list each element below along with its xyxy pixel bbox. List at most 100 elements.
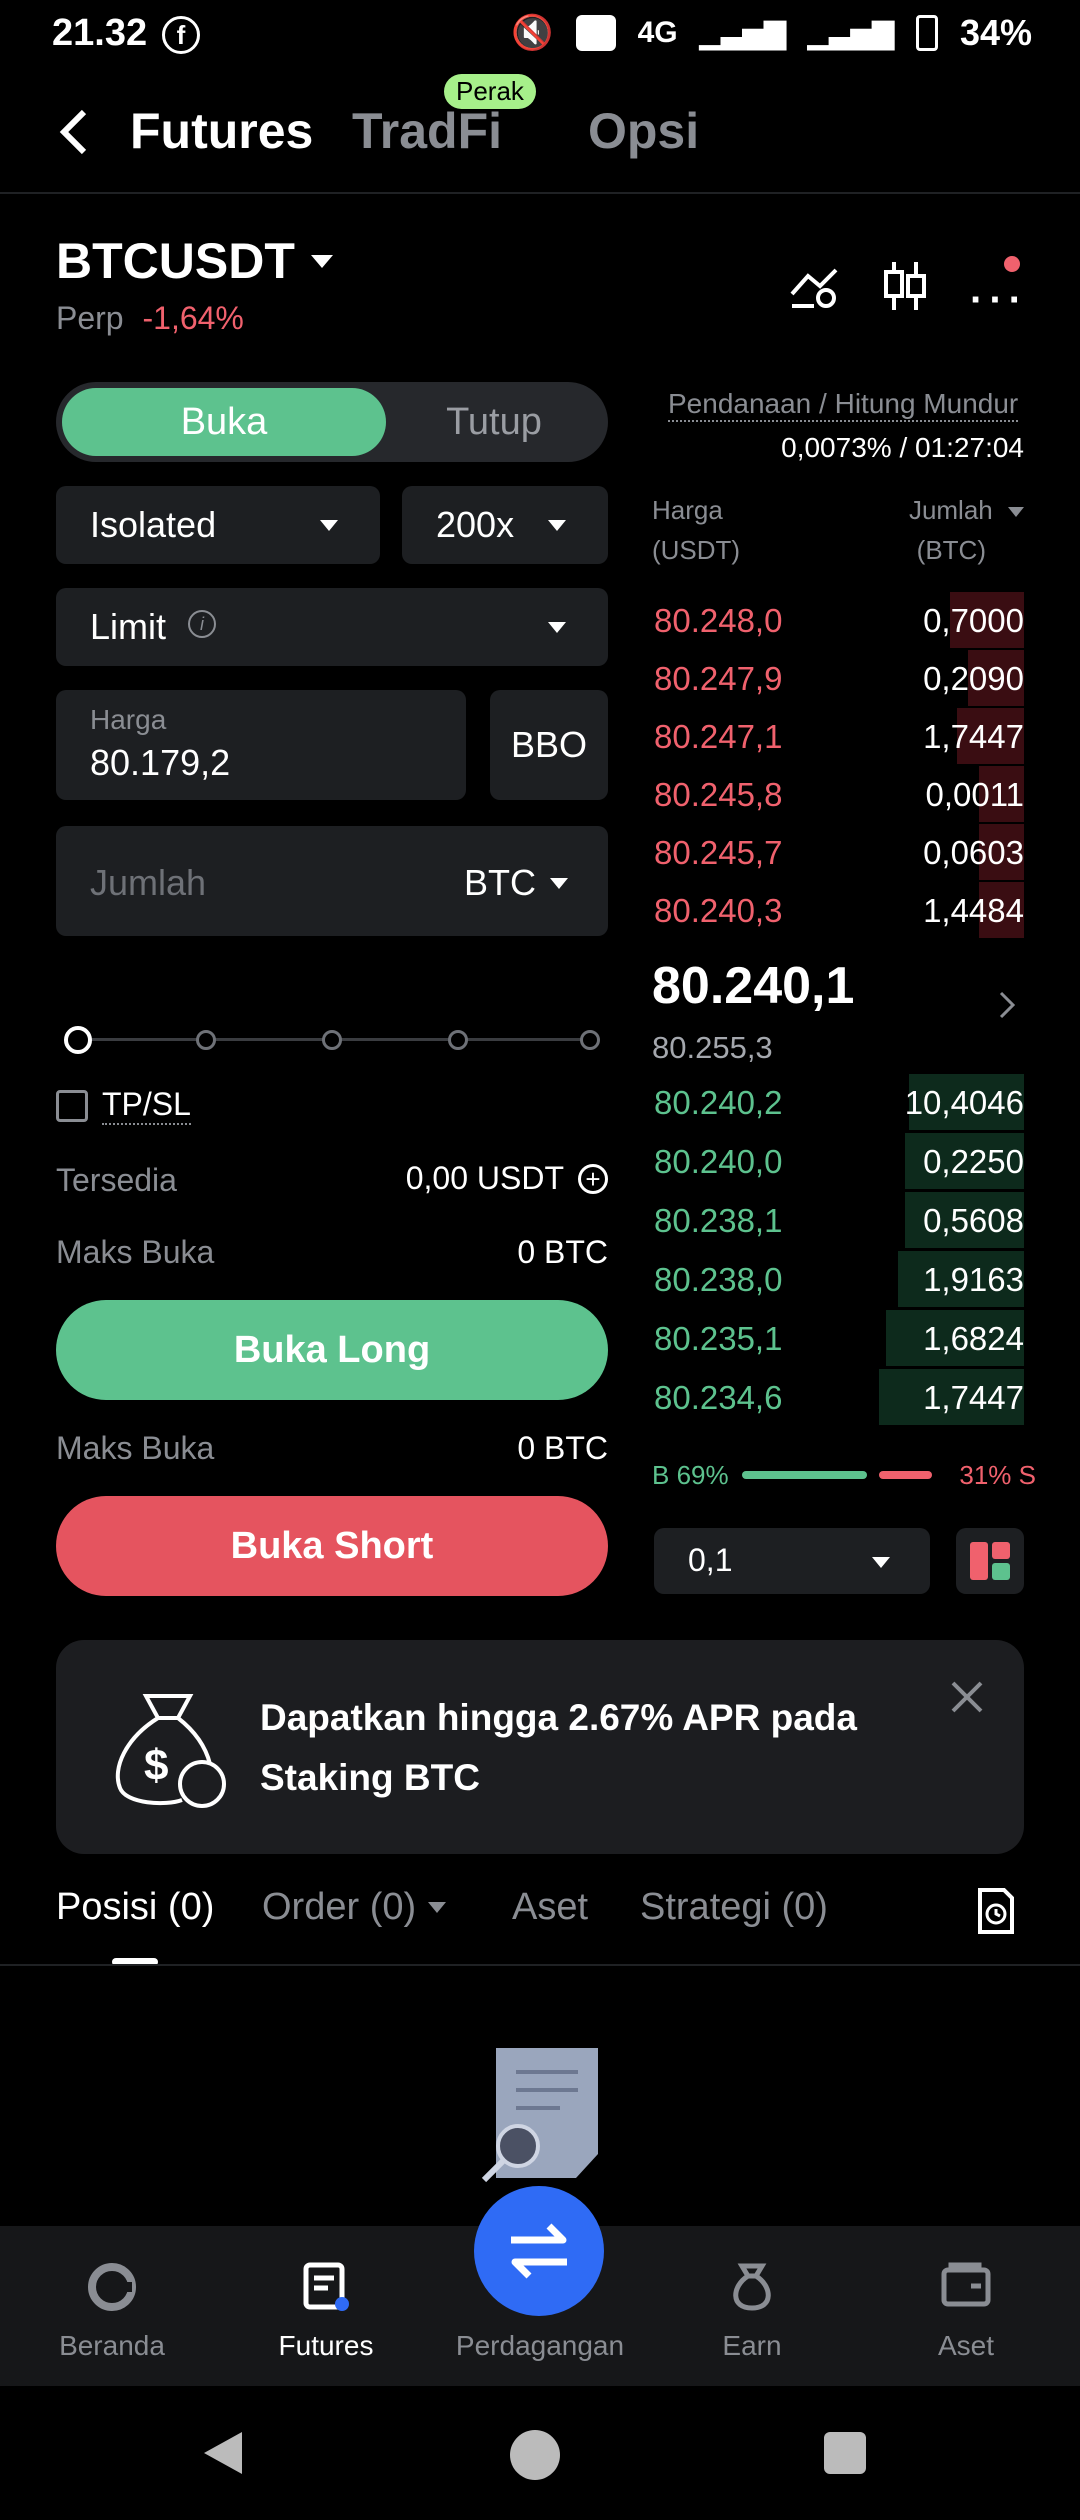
close-tab[interactable]: Tutup xyxy=(386,388,602,456)
signal-icon: ▁▃▅▇ xyxy=(699,17,786,49)
nav-home[interactable]: Beranda xyxy=(4,2226,220,2386)
open-short-button[interactable]: Buka Short xyxy=(56,1496,608,1596)
battery-icon xyxy=(915,15,938,51)
bid-row[interactable]: 80.238,1 0,5608 xyxy=(652,1192,1024,1248)
bid-row[interactable]: 80.240,0 0,2250 xyxy=(652,1133,1024,1189)
tab-tradfi[interactable]: TradFi xyxy=(352,102,502,160)
tradfi-badge: Perak xyxy=(444,74,536,109)
tab-orders-label: Order (0) xyxy=(262,1886,417,1928)
slider-step[interactable] xyxy=(580,1030,600,1050)
buy-ratio-label: B 69% xyxy=(652,1460,729,1490)
bid-row[interactable]: 80.238,0 1,9163 xyxy=(652,1251,1024,1307)
ask-row[interactable]: 80.245,8 0,0011 xyxy=(652,766,1024,822)
nav-assets[interactable]: Aset xyxy=(858,2226,1074,2386)
chevron-down-icon xyxy=(548,622,566,633)
staking-banner[interactable]: $ Dapatkan hingga 2.67% APR pada Staking… xyxy=(56,1640,1024,1854)
wifi-icon xyxy=(575,15,616,51)
symbol-selector[interactable]: BTCUSDT xyxy=(56,232,333,290)
layout-icon xyxy=(970,1542,1010,1580)
chevron-down-icon xyxy=(1008,507,1024,518)
nav-assets-label: Aset xyxy=(937,2330,995,2361)
slider-step[interactable] xyxy=(196,1030,216,1050)
system-home-icon[interactable] xyxy=(510,2430,560,2480)
network-label: 4G xyxy=(637,16,678,49)
amount-unit[interactable]: BTC xyxy=(464,862,536,904)
open-close-toggle: Buka Tutup xyxy=(56,382,608,462)
tabs-divider xyxy=(0,1964,1080,1966)
candlestick-icon[interactable] xyxy=(882,258,928,319)
chevron-down-icon xyxy=(310,254,333,268)
bbo-button[interactable]: BBO xyxy=(490,690,608,800)
bid-row[interactable]: 80.234,6 1,7447 xyxy=(652,1369,1024,1425)
ask-row[interactable]: 80.247,9 0,2090 xyxy=(652,650,1024,706)
buy-ratio-fill xyxy=(742,1471,867,1479)
home-icon xyxy=(87,2262,137,2317)
tab-opsi[interactable]: Opsi xyxy=(588,102,699,160)
order-type-label: Limit xyxy=(90,606,167,647)
close-icon[interactable] xyxy=(950,1680,984,1719)
margin-mode-select[interactable]: Isolated xyxy=(56,486,380,564)
back-arrow-icon[interactable] xyxy=(56,108,90,161)
system-recents-icon[interactable] xyxy=(824,2432,866,2474)
system-back-icon[interactable] xyxy=(200,2430,246,2481)
nav-futures[interactable]: Futures xyxy=(218,2226,434,2386)
slider-step[interactable] xyxy=(448,1030,468,1050)
tab-assets[interactable]: Aset xyxy=(512,1886,588,1929)
bid-row[interactable]: 80.235,1 1,6824 xyxy=(652,1310,1024,1366)
nav-trade[interactable]: Perdagangan xyxy=(432,2226,648,2386)
ask-price: 80.245,7 xyxy=(654,834,783,871)
ask-price: 80.247,1 xyxy=(654,718,783,755)
price-col-unit: (USDT) xyxy=(652,535,741,565)
bid-qty: 1,9163 xyxy=(923,1261,1024,1298)
tab-orders[interactable]: Order (0) xyxy=(262,1886,447,1929)
ask-qty: 0,0011 xyxy=(925,776,1024,813)
ask-row[interactable]: 80.240,3 1,4484 xyxy=(652,882,1024,938)
more-icon[interactable]: ··· xyxy=(970,278,1028,323)
sell-ratio-fill xyxy=(879,1471,932,1479)
open-tab[interactable]: Buka xyxy=(62,388,386,456)
price-col-label: Harga xyxy=(652,495,723,525)
status-bar: 21.32 f 🔇 4G ▁▃▅▇ ▁▃▅▇ 34% xyxy=(0,0,1080,70)
ask-row[interactable]: 80.245,7 0,0603 xyxy=(652,824,1024,880)
chevron-down-icon xyxy=(872,1557,890,1568)
ask-qty: 1,4484 xyxy=(923,892,1024,929)
max-open-long-label: Maks Buka xyxy=(56,1234,215,1270)
info-icon[interactable]: i xyxy=(188,610,216,638)
mark-price: 80.255,3 xyxy=(652,1030,773,1065)
chevron-right-icon[interactable] xyxy=(998,990,1016,1025)
orderbook-layout-button[interactable] xyxy=(956,1528,1024,1594)
slider-step[interactable] xyxy=(322,1030,342,1050)
sell-ratio-label: 31% S xyxy=(959,1460,1036,1490)
symbol-type: Perp xyxy=(56,300,124,336)
notification-dot xyxy=(1004,256,1020,272)
precision-select[interactable]: 0,1 xyxy=(654,1528,930,1594)
ask-qty: 1,7447 xyxy=(923,718,1024,755)
tab-positions[interactable]: Posisi (0) xyxy=(56,1886,214,1929)
nav-home-label: Beranda xyxy=(59,2330,165,2361)
order-type-select[interactable]: Limit i xyxy=(56,588,608,666)
slider-handle[interactable] xyxy=(64,1026,92,1054)
ask-row[interactable]: 80.248,0 0,7000 xyxy=(652,592,1024,648)
ask-row[interactable]: 80.247,1 1,7447 xyxy=(652,708,1024,764)
price-change: -1,64% xyxy=(142,300,244,336)
system-nav-bar xyxy=(0,2386,1080,2520)
battery-level: 34% xyxy=(959,12,1032,53)
funding-label[interactable]: Pendanaan / Hitung Mundur xyxy=(668,388,1019,422)
bid-row[interactable]: 80.240,2 10,4046 xyxy=(652,1074,1024,1130)
add-circle-icon[interactable]: + xyxy=(578,1163,608,1194)
history-document-icon[interactable] xyxy=(976,1888,1016,1939)
amount-field[interactable]: Jumlah BTC xyxy=(56,826,608,936)
nav-earn[interactable]: Earn xyxy=(644,2226,860,2386)
open-long-button[interactable]: Buka Long xyxy=(56,1300,608,1400)
tab-strategies[interactable]: Strategi (0) xyxy=(640,1886,828,1929)
tpsl-checkbox[interactable]: TP/SL xyxy=(56,1086,191,1125)
tab-futures[interactable]: Futures xyxy=(130,102,313,160)
ask-price: 80.248,0 xyxy=(654,602,783,639)
price-field-label: Harga xyxy=(90,704,167,735)
price-field[interactable]: Harga 80.179,2 xyxy=(56,690,466,800)
symbol-name: BTCUSDT xyxy=(56,233,295,289)
chart-line-icon[interactable] xyxy=(790,262,842,315)
qty-column-header[interactable]: Jumlah (BTC) xyxy=(909,490,1024,570)
leverage-select[interactable]: 200x xyxy=(402,486,608,564)
signal-icon-2: ▁▃▅▇ xyxy=(807,17,894,49)
